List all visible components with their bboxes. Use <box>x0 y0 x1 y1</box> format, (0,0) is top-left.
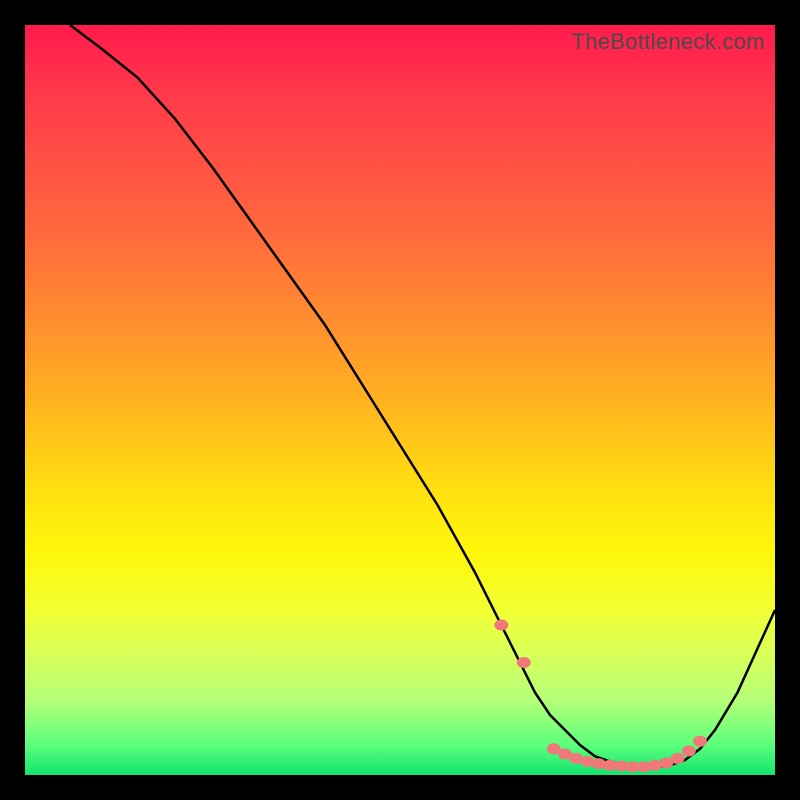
highlight-marker <box>693 736 707 747</box>
bottleneck-curve <box>70 25 775 768</box>
chart-frame: TheBottleneck.com <box>0 0 800 800</box>
chart-overlay <box>25 25 775 775</box>
highlight-marker <box>494 620 508 631</box>
highlight-marker <box>682 746 696 757</box>
highlight-marker <box>671 753 685 764</box>
marker-group <box>494 620 707 773</box>
plot-area: TheBottleneck.com <box>25 25 775 775</box>
highlight-marker <box>517 657 531 668</box>
